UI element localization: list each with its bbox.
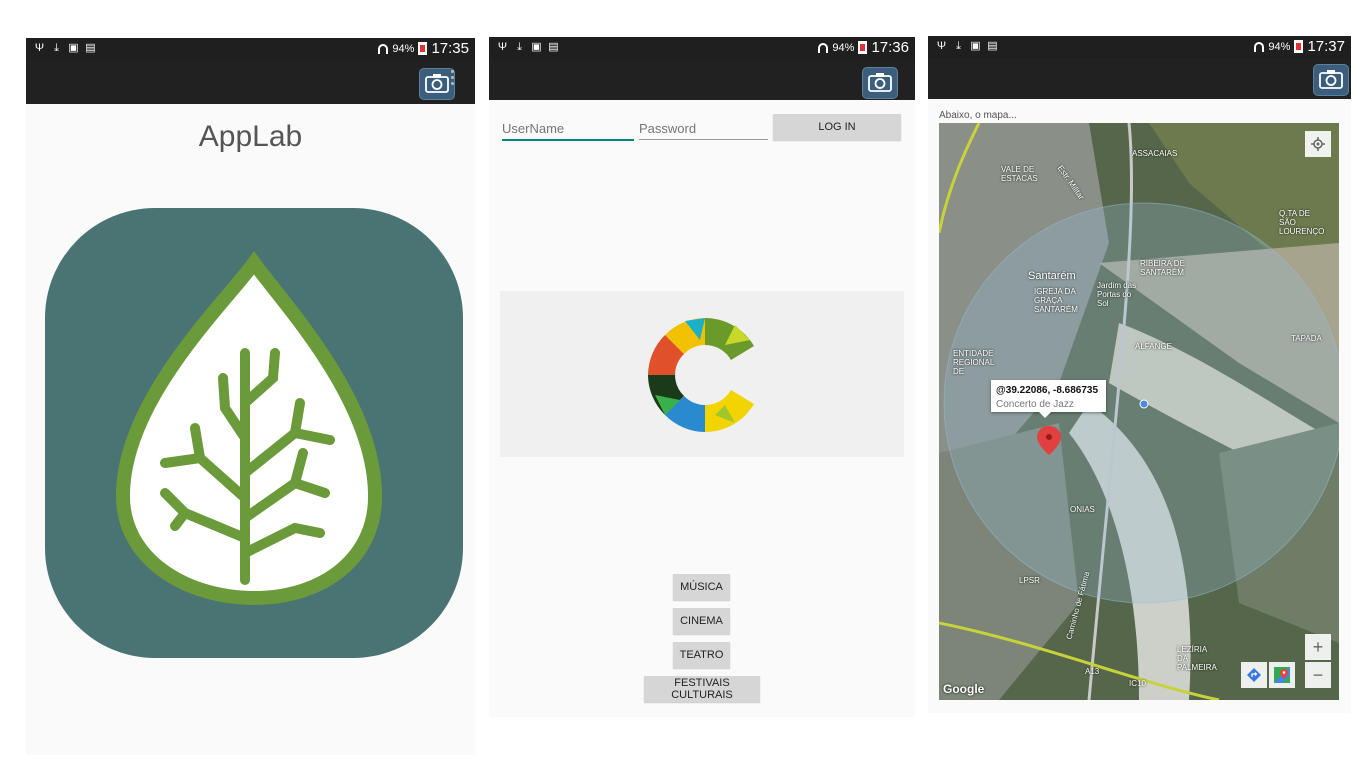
battery-percent: 94% [832, 41, 855, 54]
camera-icon [1319, 70, 1343, 89]
usb-icon: Ψ [497, 41, 508, 53]
usb-icon: Ψ [936, 40, 947, 52]
action-bar [26, 60, 475, 104]
battery-percent: 94% [392, 42, 415, 55]
directions-button[interactable] [1241, 662, 1267, 688]
label-leziria: LEZÍRIA DA PALMEIRA [1177, 645, 1217, 672]
download-icon: ⤓ [956, 40, 961, 52]
screen-applab: Ψ ⤓ ▣ ▤ 94% 17:35 AppLab [26, 38, 475, 755]
info-subtitle: Concerto de Jazz [996, 399, 1074, 410]
wifi-icon [818, 42, 829, 53]
notification-icons: Ψ ⤓ ▣ ▤ [936, 40, 998, 52]
usb-icon: Ψ [34, 42, 45, 54]
culture-banner [500, 291, 904, 457]
status-bar: Ψ ⤓ ▣ ▤ 94% 17:37 [928, 36, 1351, 58]
camera-icon [868, 73, 892, 92]
download-icon: ⤓ [517, 41, 522, 53]
colorful-c-logo [648, 318, 754, 432]
notification-icons: Ψ ⤓ ▣ ▤ [497, 41, 559, 53]
label-qta-sao-lourenco: Q.TA DE SÃO LOURENÇO [1279, 209, 1325, 236]
label-entidade: ENTIDADE REGIONAL DE [953, 349, 995, 376]
label-ribeira-santarem: RIBEIRA DE SANTARÉM [1140, 259, 1185, 277]
battery-percent: 94% [1268, 40, 1291, 53]
login-button[interactable]: LOG IN [773, 114, 901, 140]
label-tapada: TAPADA [1291, 334, 1322, 343]
label-vale-estacas: VALE DE ESTACAS [1001, 165, 1038, 183]
app-title: AppLab [198, 120, 303, 153]
camera-button[interactable] [1313, 64, 1349, 96]
camera-notif-icon: ▣ [531, 41, 542, 53]
info-coordinates: @39.22086, -8.686735 [996, 385, 1099, 396]
camera-button[interactable] [862, 67, 898, 99]
clipboard-icon: ▤ [85, 42, 96, 54]
wifi-icon [1254, 41, 1265, 52]
battery-icon [418, 42, 428, 55]
label-alfange: ALFANGE [1135, 342, 1172, 351]
clock: 17:37 [1307, 38, 1345, 55]
battery-icon [858, 41, 868, 54]
category-teatro-button[interactable]: TEATRO [673, 642, 730, 668]
camera-button[interactable] [419, 68, 455, 100]
notification-icons: Ψ ⤓ ▣ ▤ [34, 42, 96, 54]
category-musica-button[interactable]: MÚSICA [673, 574, 730, 600]
label-igreja-graca: IGREJA DA GRAÇA SANTARÉM [1034, 287, 1078, 314]
camera-notif-icon: ▣ [970, 40, 981, 52]
screen-login: Ψ ⤓ ▣ ▤ 94% 17:36 LOG IN [489, 37, 915, 717]
camera-notif-icon: ▣ [68, 42, 79, 54]
label-assacaias: ASSACAIAS [1132, 149, 1178, 158]
label-a13: A13 [1085, 667, 1100, 676]
status-bar: Ψ ⤓ ▣ ▤ 94% 17:36 [489, 37, 915, 59]
crosshair-icon [1311, 137, 1325, 151]
wifi-icon [378, 43, 389, 54]
my-location-button[interactable] [1305, 131, 1331, 157]
category-cinema-button[interactable]: CINEMA [673, 608, 730, 634]
open-maps-button[interactable] [1269, 662, 1295, 688]
password-input[interactable] [639, 117, 768, 140]
directions-icon [1247, 668, 1261, 682]
marker-info-window[interactable]: @39.22086, -8.686735 Concerto de Jazz [991, 380, 1106, 418]
clipboard-icon: ▤ [548, 41, 559, 53]
zoom-out-button[interactable]: − [1305, 662, 1331, 688]
status-bar: Ψ ⤓ ▣ ▤ 94% 17:35 [26, 38, 475, 60]
label-santarem: Santarém [1028, 270, 1076, 282]
overflow-menu-icon[interactable] [451, 70, 454, 88]
satellite-map[interactable]: ASSACAIAS VALE DE ESTACAS Estr. Militar … [939, 123, 1339, 700]
battery-icon [1294, 40, 1304, 53]
download-icon: ⤓ [54, 42, 59, 54]
leaf-tree-icon [115, 251, 383, 606]
status-right: 94% 17:35 [378, 40, 469, 57]
google-attribution: Google [943, 682, 985, 696]
zoom-in-button[interactable]: + [1305, 634, 1331, 660]
action-bar [928, 58, 1351, 99]
map-caption: Abaixo, o mapa... [939, 110, 1017, 121]
status-right: 94% 17:37 [1254, 38, 1345, 55]
screen-map: Ψ ⤓ ▣ ▤ 94% 17:37 Abaixo, o mapa... ASSA… [928, 36, 1351, 713]
clock: 17:36 [871, 39, 909, 56]
label-jardim-portas: Jardim das Portas do Sol [1097, 281, 1137, 308]
applab-logo [45, 208, 463, 658]
category-festivais-button[interactable]: FESTIVAIS CULTURAIS [644, 676, 760, 702]
clock: 17:35 [431, 40, 469, 57]
google-maps-icon [1274, 667, 1290, 683]
action-bar [489, 59, 915, 100]
clipboard-icon: ▤ [987, 40, 998, 52]
label-lpsr: LPSR [1019, 576, 1040, 585]
username-input[interactable] [502, 117, 634, 141]
camera-icon [425, 74, 449, 93]
label-ic10: IC10 [1129, 679, 1146, 688]
label-onias: ONIAS [1070, 505, 1095, 514]
status-right: 94% 17:36 [818, 39, 909, 56]
